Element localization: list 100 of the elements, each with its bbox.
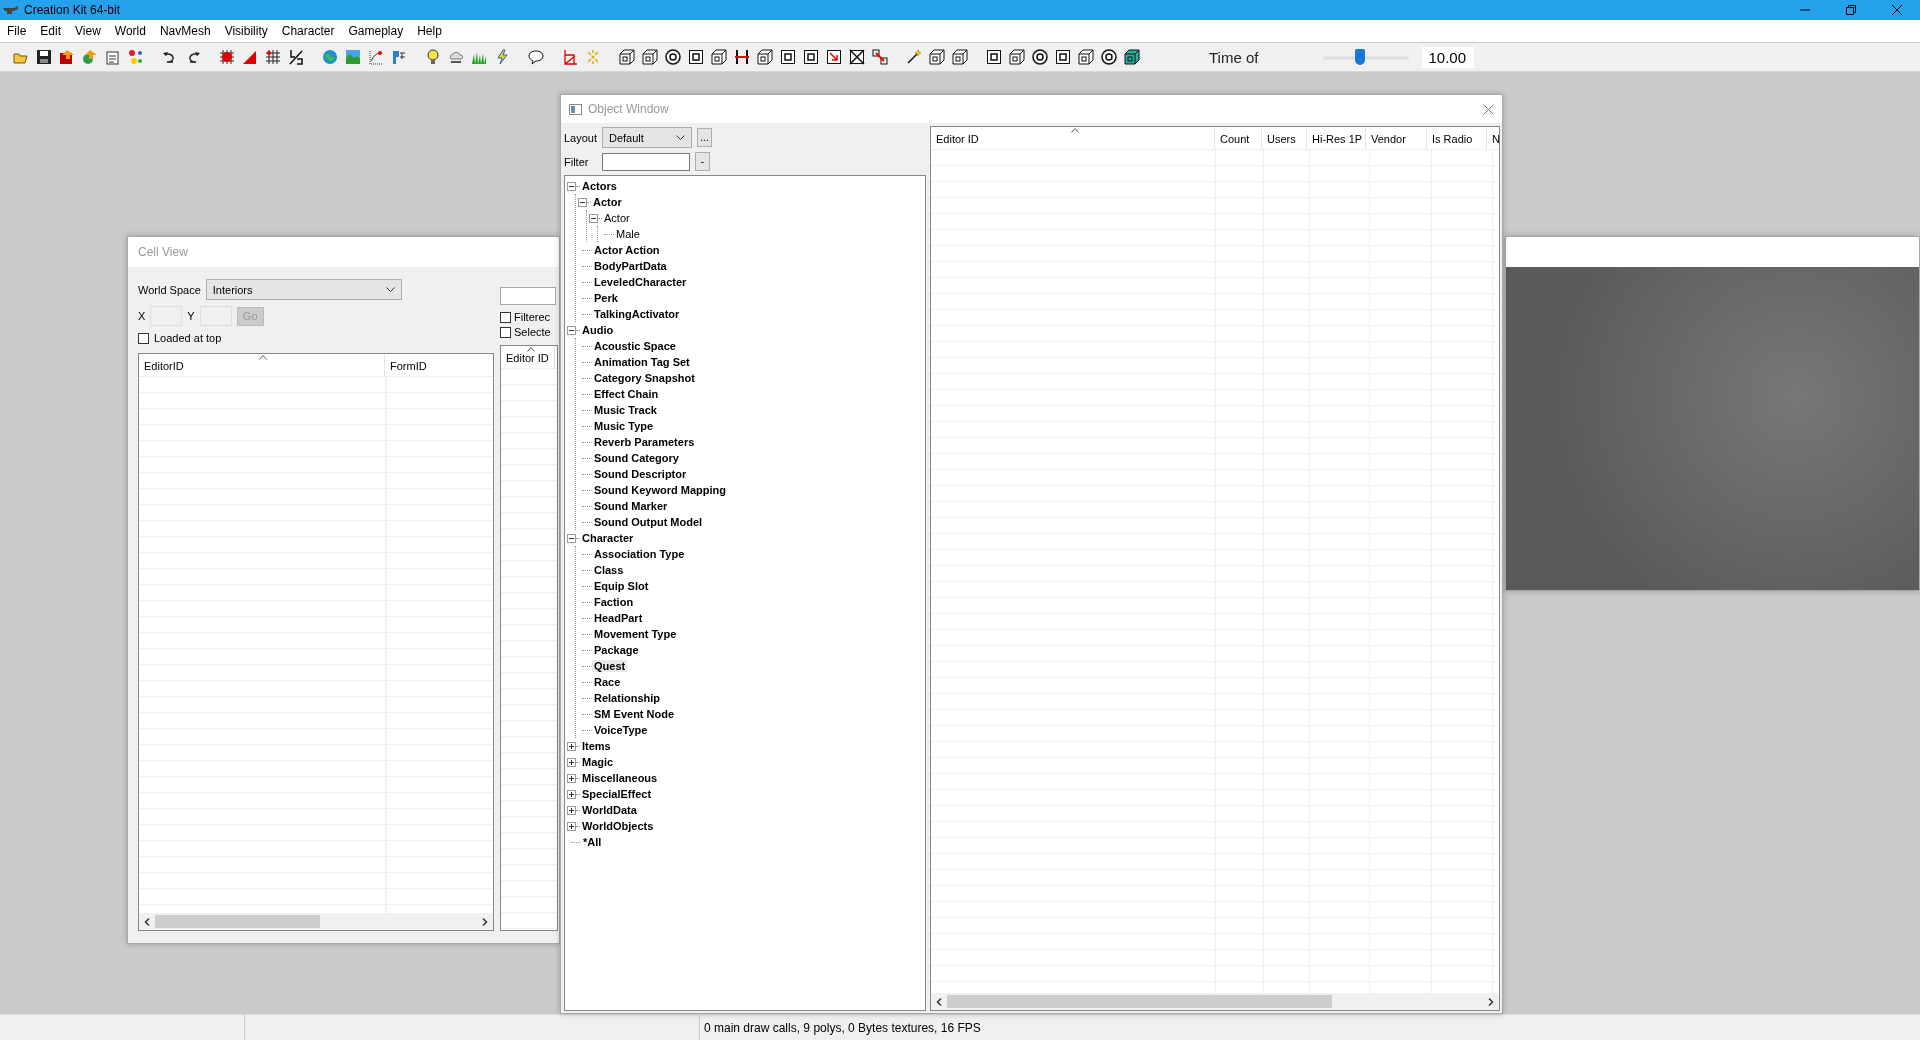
globe-arrow-icon[interactable] xyxy=(82,49,98,65)
column-header[interactable]: Vendor xyxy=(1366,127,1427,149)
tree-item[interactable]: Actors xyxy=(580,180,619,192)
square-icon[interactable] xyxy=(688,49,704,65)
column-header[interactable]: Is Radio xyxy=(1427,127,1487,149)
triangle-icon[interactable] xyxy=(242,49,258,65)
document-icon[interactable] xyxy=(105,49,121,65)
cube-icon[interactable] xyxy=(711,49,727,65)
cell-list[interactable]: EditorID FormID xyxy=(138,353,494,931)
cube-icon[interactable] xyxy=(952,49,968,65)
tree-item[interactable]: Character xyxy=(580,532,636,544)
tree-item[interactable]: TalkingActivator xyxy=(592,308,682,320)
column-header[interactable]: Count xyxy=(1215,127,1262,149)
tree-item[interactable]: Items xyxy=(580,740,613,752)
arrow-box-icon[interactable] xyxy=(826,49,842,65)
column-header[interactable]: Hi-Res 1P xyxy=(1307,127,1366,149)
expand-toggle[interactable] xyxy=(567,181,576,191)
time-slider[interactable] xyxy=(1323,47,1410,67)
horizontal-scrollbar[interactable] xyxy=(139,913,493,930)
tree-item[interactable]: Sound Descriptor xyxy=(592,468,689,480)
menu-item[interactable]: View xyxy=(75,24,101,38)
chevron-left-icon[interactable] xyxy=(144,917,150,926)
tree-item[interactable]: Perk xyxy=(592,292,620,304)
tree-item[interactable]: Sound Category xyxy=(592,452,681,464)
layout-options-button[interactable]: ... xyxy=(697,128,712,147)
tree-item[interactable]: Animation Tag Set xyxy=(592,356,692,368)
restore-icon[interactable] xyxy=(1846,5,1856,15)
checkbox[interactable] xyxy=(500,311,511,323)
tree-item[interactable]: LeveledCharacter xyxy=(592,276,689,288)
circle-icon[interactable] xyxy=(1032,49,1048,65)
reference-list[interactable]: Editor ID xyxy=(500,345,558,931)
close-icon[interactable] xyxy=(1892,5,1902,15)
tree-item[interactable]: HeadPart xyxy=(592,612,645,624)
expand-toggle[interactable] xyxy=(567,805,576,815)
tree-item[interactable]: Actor xyxy=(602,212,632,224)
axes-icon[interactable] xyxy=(562,49,578,65)
column-header[interactable]: FormID xyxy=(385,354,493,376)
square-icon[interactable] xyxy=(1055,49,1071,65)
category-tree[interactable] xyxy=(564,175,926,1011)
circle-icon[interactable] xyxy=(1101,49,1117,65)
tree-item[interactable]: Race xyxy=(592,676,623,688)
cube-icon[interactable] xyxy=(1124,49,1140,65)
lightning-icon[interactable] xyxy=(494,49,510,65)
square-icon[interactable] xyxy=(986,49,1002,65)
tree-item[interactable]: Effect Chain xyxy=(592,388,661,400)
world-space-dropdown[interactable]: Interiors xyxy=(205,279,402,300)
chevron-right-icon[interactable] xyxy=(482,917,488,926)
expand-toggle[interactable] xyxy=(589,213,598,223)
tree-item[interactable]: Actor xyxy=(591,196,624,208)
tree-item[interactable]: Sound Marker xyxy=(592,500,670,512)
object-list[interactable]: Editor ID Count Users Hi-Res 1P Vendor Is Radio N xyxy=(930,126,1500,1011)
tree-item[interactable]: Magic xyxy=(580,756,616,768)
tree-item[interactable]: Acoustic Space xyxy=(592,340,678,352)
column-header[interactable]: Editor ID xyxy=(501,346,555,368)
tree-item[interactable]: WorldData xyxy=(580,804,639,816)
expand-toggle[interactable] xyxy=(567,789,576,799)
tree-item[interactable]: SpecialEffect xyxy=(580,788,654,800)
tree-item[interactable]: Equip Slot xyxy=(592,580,651,592)
h-bar-icon[interactable] xyxy=(734,49,750,65)
cube-icon[interactable] xyxy=(1078,49,1094,65)
tree-item[interactable]: Quest xyxy=(592,660,628,672)
expand-toggle[interactable] xyxy=(567,821,576,831)
tree-item[interactable]: WorldObjects xyxy=(580,820,656,832)
tree-item[interactable]: Audio xyxy=(580,324,616,336)
menu-item[interactable]: Edit xyxy=(40,24,62,38)
cube-icon[interactable] xyxy=(642,49,658,65)
square-icon[interactable] xyxy=(780,49,796,65)
menu-item[interactable]: File xyxy=(7,24,27,38)
graph-icon[interactable] xyxy=(368,49,384,65)
checkbox[interactable] xyxy=(138,332,149,344)
tree-item[interactable]: *All xyxy=(581,836,604,848)
menu-item[interactable]: NavMesh xyxy=(159,24,211,38)
column-header[interactable]: Editor ID xyxy=(931,127,1215,149)
tree-item[interactable]: Faction xyxy=(592,596,636,608)
menu-item[interactable]: Help xyxy=(417,24,442,38)
filter-clear-button[interactable]: - xyxy=(695,152,710,171)
floppy-arrow-icon[interactable] xyxy=(59,49,75,65)
cube-icon[interactable] xyxy=(1009,49,1025,65)
tree-item[interactable]: Miscellaneous xyxy=(580,772,660,784)
column-header[interactable]: N xyxy=(1487,127,1499,149)
close-icon[interactable] xyxy=(1483,103,1494,115)
expand-toggle[interactable] xyxy=(567,533,576,543)
chevron-right-icon[interactable] xyxy=(1488,997,1494,1006)
tree-item[interactable]: Male xyxy=(614,228,642,240)
tree-item[interactable]: Music Track xyxy=(592,404,659,416)
tree-item[interactable]: Movement Type xyxy=(592,628,679,640)
search-input[interactable] xyxy=(500,287,556,305)
wand-icon[interactable] xyxy=(906,49,922,65)
expand-toggle[interactable] xyxy=(567,741,576,751)
tree-item[interactable]: Actor Action xyxy=(592,244,662,256)
lightbulb-icon[interactable] xyxy=(425,49,441,65)
menu-item[interactable]: Gameplay xyxy=(348,24,404,38)
column-header[interactable]: EditorID xyxy=(139,354,385,376)
landscape-icon[interactable] xyxy=(345,49,361,65)
grid-icon[interactable] xyxy=(265,49,281,65)
tree-item[interactable]: Association Type xyxy=(592,548,687,560)
layout-dropdown[interactable]: Default xyxy=(602,127,692,148)
column-header[interactable]: Users xyxy=(1262,127,1307,149)
square-icon[interactable] xyxy=(803,49,819,65)
tree-item[interactable]: Package xyxy=(592,644,641,656)
